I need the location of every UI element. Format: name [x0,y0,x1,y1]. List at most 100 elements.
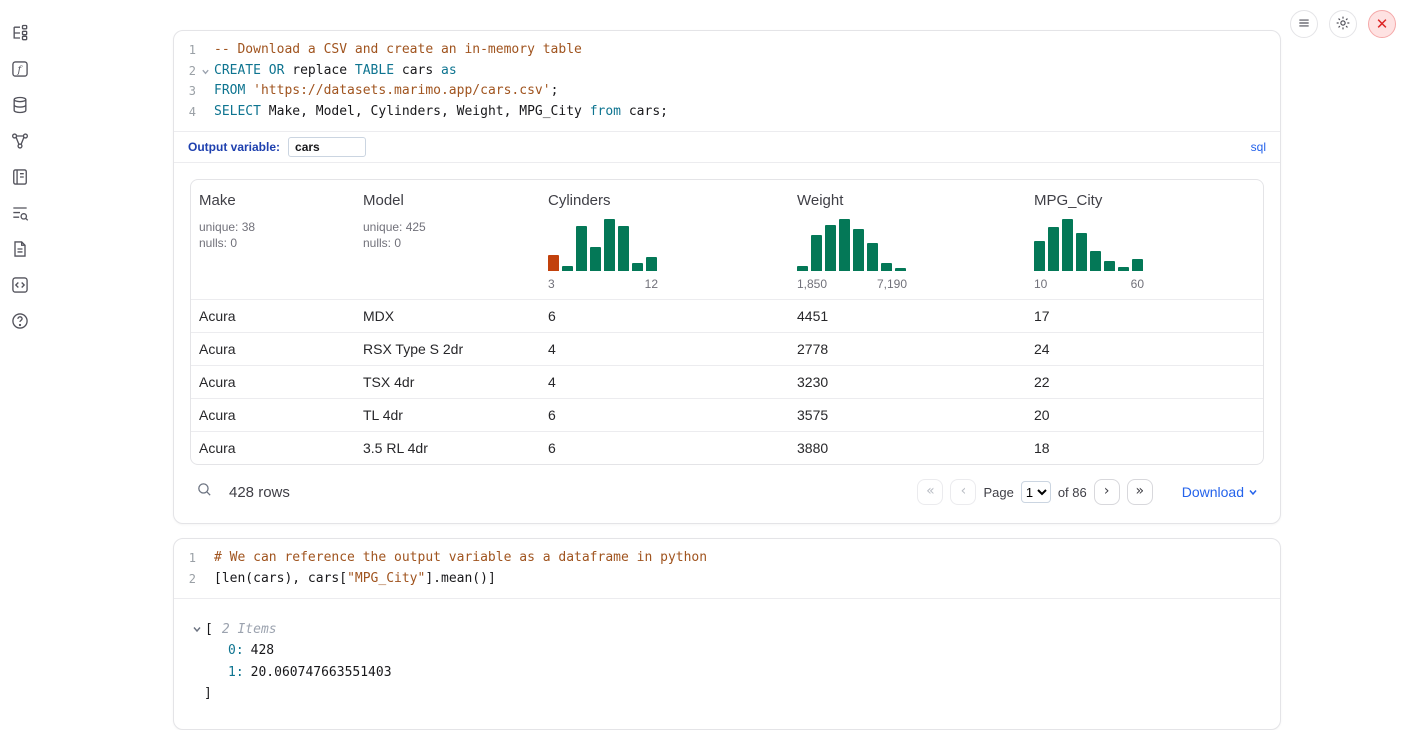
table-row[interactable]: AcuraTL 4dr6357520 [191,398,1263,431]
table-cell: 3230 [789,365,1026,398]
data-table: Make unique: 38 nulls: 0 Model unique: 4… [191,180,1263,465]
output-variable-bar: Output variable: sql [174,131,1280,162]
settings-button[interactable] [1329,10,1357,38]
token-keyword: CREATE OR [214,63,284,78]
token-keyword: FROM [214,83,245,98]
close-bracket: ] [192,683,1264,705]
code-text: SELECT Make, Model, Cylinders, Weight, M… [214,102,1280,123]
table-footer: 428 rows « ‹ Page 1 of 86 › » Download [190,475,1264,507]
hist-bar [867,243,878,271]
sidebar-item-documentation[interactable] [8,238,32,260]
download-button[interactable]: Download [1182,484,1258,500]
svg-text:f: f [17,65,24,76]
sidebar-item-scratchpad[interactable] [8,166,32,188]
row-count: 428 rows [229,484,290,501]
output-variable-label: Output variable: [188,140,280,154]
previous-page-button[interactable]: ‹ [950,479,976,505]
table-header-row: Make unique: 38 nulls: 0 Model unique: 4… [191,180,1263,300]
language-badge[interactable]: sql [1251,140,1266,154]
hist-bar [1034,241,1045,271]
table-row[interactable]: AcuraTSX 4dr4323022 [191,365,1263,398]
function-icon: f [10,59,30,79]
hist-bar [548,255,559,271]
fold-chevron-icon[interactable] [196,61,214,82]
collapse-chevron-icon[interactable] [192,624,202,634]
sidebar-item-logs[interactable] [8,202,32,224]
table-cell: 24 [1026,332,1263,365]
sql-code-editor[interactable]: 1-- Download a CSV and create an in-memo… [174,31,1280,131]
output-variable-input[interactable] [288,137,366,157]
help-circle-icon [10,311,30,331]
fold-spacer [196,81,214,102]
token-comment: -- Download a CSV and create an in-memor… [214,42,582,57]
token-plain [245,83,253,98]
table-cell: Acura [191,398,355,431]
table-row[interactable]: AcuraMDX6445117 [191,299,1263,332]
tree-item-value: 428 [251,643,274,658]
hist-min-label: 3 [548,277,555,291]
table-cell: 6 [540,299,789,332]
sidebar-item-help[interactable] [8,310,32,332]
last-page-button[interactable]: » [1127,479,1153,505]
column-header-cylinders[interactable]: Cylinders 3 12 [540,180,789,300]
sql-cell: 1 -- Download a CSV and create an in-memo… [173,30,1281,524]
page-select[interactable]: 1 [1021,481,1051,503]
sidebar-item-functions[interactable]: f [8,58,32,80]
column-header-make[interactable]: Make unique: 38 nulls: 0 [191,180,355,300]
table-cell: TL 4dr [355,398,540,431]
line-number: 3 [174,81,196,102]
column-header-mpg-city[interactable]: MPG_City 10 60 [1026,180,1263,300]
column-name: MPG_City [1034,192,1255,209]
fold-spacer [196,40,214,61]
document-icon [10,239,30,259]
hist-bar [562,266,573,271]
file-tree-icon [10,23,30,43]
hist-bar [618,226,629,271]
hamburger-icon [1297,16,1311,33]
stat-nulls: nulls: 0 [199,235,347,251]
hist-bar [811,235,822,271]
hist-bar [1104,261,1115,271]
gear-icon [1335,15,1351,34]
menu-button[interactable] [1290,10,1318,38]
sidebar-item-snippets[interactable] [8,274,32,296]
python-cell: 1# We can reference the output variable … [173,538,1281,729]
column-name: Model [363,192,532,209]
search-icon[interactable] [196,481,213,503]
shutdown-button[interactable]: ✕ [1368,10,1396,38]
python-code-editor[interactable]: 1# We can reference the output variable … [174,539,1280,597]
column-header-weight[interactable]: Weight 1,850 7,190 [789,180,1026,300]
table-row[interactable]: AcuraRSX Type S 2dr4277824 [191,332,1263,365]
tree-item-key: 1: [228,665,244,680]
histogram-range-labels: 3 12 [548,277,658,293]
chevrons-right-icon: » [1135,484,1144,498]
list-search-icon [10,203,30,223]
histogram-range-labels: 10 60 [1034,277,1144,293]
tree-root-row: [ 2 Items [192,619,1264,641]
table-cell: 3880 [789,431,1026,464]
table-cell: MDX [355,299,540,332]
sidebar-item-datasources[interactable] [8,94,32,116]
column-header-model[interactable]: Model unique: 425 nulls: 0 [355,180,540,300]
hist-bar [1048,227,1059,271]
code-text: # We can reference the output variable a… [214,548,1280,569]
sidebar-item-dependency-graph[interactable] [8,130,32,152]
table-cell: 4 [540,365,789,398]
tree-item: 1: 20.060747663551403 [192,662,1264,684]
tree-item-value: 20.060747663551403 [251,665,392,680]
table-cell: 20 [1026,398,1263,431]
fold-spacer [196,102,214,123]
code-line: 2CREATE OR replace TABLE cars as [174,61,1280,82]
items-count-label: 2 Items [222,619,277,641]
tree-item-key: 0: [228,643,244,658]
notebook-icon [10,167,30,187]
code-text: [len(cars), cars["MPG_City"].mean()] [214,569,1280,590]
hist-bar [1062,219,1073,271]
first-page-button[interactable]: « [917,479,943,505]
notebook-controls: ✕ [1290,10,1396,38]
next-page-button[interactable]: › [1094,479,1120,505]
code-line: 1-- Download a CSV and create an in-memo… [174,40,1280,61]
table-row[interactable]: Acura3.5 RL 4dr6388018 [191,431,1263,464]
sidebar-item-file-explorer[interactable] [8,22,32,44]
hist-bar [1118,267,1129,271]
